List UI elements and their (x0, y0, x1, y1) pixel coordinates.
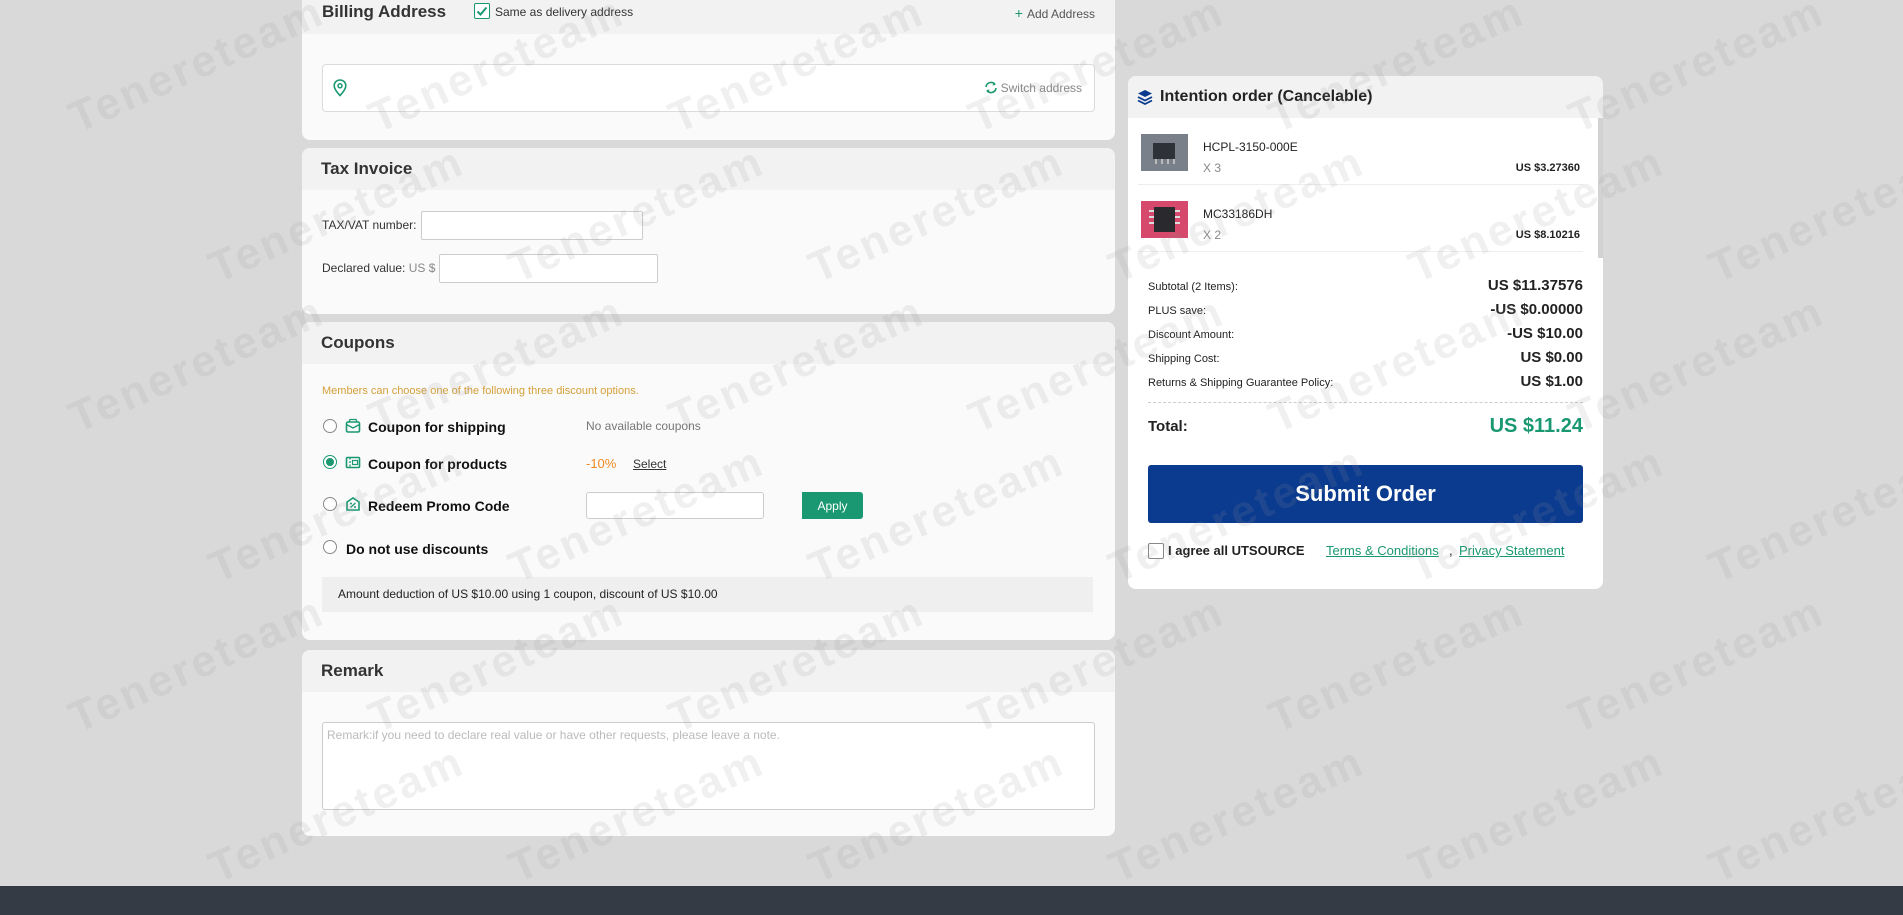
radio-coupon-products[interactable] (323, 455, 337, 469)
order-header: Intention order (Cancelable) (1128, 76, 1603, 118)
refresh-icon (984, 81, 997, 94)
select-coupon-link[interactable]: Select (633, 457, 666, 471)
product-coupon-icon (345, 456, 361, 469)
returns-policy-value: US $1.00 (1520, 373, 1583, 390)
discount-value: -US $10.00 (1507, 325, 1583, 342)
link-separator: , (1449, 543, 1453, 558)
declared-value-input[interactable] (439, 254, 658, 283)
switch-address-label: Switch address (1000, 81, 1082, 95)
watermark-text: Tenereteam (1401, 736, 1672, 893)
discount-row: Discount Amount: -US $10.00 (1148, 325, 1583, 345)
billing-header: Billing Address Same as delivery address… (302, 0, 1115, 34)
page-footer (0, 886, 1903, 915)
coupons-card: Coupons Members can choose one of the fo… (302, 322, 1115, 640)
shipping-label: Shipping Cost: (1148, 353, 1220, 365)
item-price: US $8.10216 (1515, 229, 1580, 241)
watermark-text: Tenereteam (1561, 586, 1832, 743)
item-quantity: X 2 (1203, 228, 1222, 242)
address-box[interactable]: Switch address (322, 64, 1095, 112)
radio-coupon-shipping[interactable] (323, 419, 337, 433)
agree-checkbox[interactable] (1148, 543, 1164, 559)
remark-card: Remark Remark:if you need to declare rea… (302, 650, 1115, 836)
coupons-title: Coupons (302, 322, 1115, 364)
remark-placeholder: Remark:if you need to declare real value… (327, 728, 780, 742)
shipping-row: Shipping Cost: US $0.00 (1148, 349, 1583, 369)
watermark-text: Tenereteam (1701, 736, 1903, 893)
same-as-delivery-label[interactable]: Same as delivery address (495, 5, 633, 19)
apply-button[interactable]: Apply (802, 492, 863, 519)
radio-no-discount[interactable] (323, 540, 337, 554)
location-pin-icon (333, 79, 347, 97)
currency-prefix: US $ (408, 261, 436, 275)
watermark-text: Tenereteam (1701, 136, 1903, 293)
total-value: US $11.24 (1489, 415, 1583, 437)
radio-promo-code[interactable] (323, 497, 337, 511)
terms-link[interactable]: Terms & Conditions (1326, 543, 1439, 558)
add-address-label: Add Address (1026, 7, 1095, 21)
plus-save-value: -US $0.00000 (1490, 301, 1583, 318)
tax-invoice-card: Tax Invoice TAX/VAT number: Declared val… (302, 148, 1115, 314)
order-item: MC33186DH X 2 US $8.10216 (1138, 185, 1583, 252)
order-item: HCPL-3150-000E X 3 US $3.27360 (1138, 118, 1583, 185)
watermark-text: Tenereteam (1701, 436, 1903, 593)
watermark-text: Tenereteam (1261, 586, 1532, 743)
shipping-coupon-icon (345, 418, 361, 433)
same-as-delivery-checkbox[interactable] (474, 3, 490, 19)
plus-save-row: PLUS save: -US $0.00000 (1148, 301, 1583, 321)
subtotal-row: Subtotal (2 Items): US $11.37576 (1148, 277, 1583, 297)
subtotal-value: US $11.37576 (1487, 277, 1583, 294)
redeem-promo-label[interactable]: Redeem Promo Code (368, 498, 510, 514)
promo-code-icon (346, 497, 360, 511)
submit-order-button[interactable]: Submit Order (1148, 465, 1583, 523)
switch-address-button[interactable]: Switch address (984, 81, 1082, 95)
check-icon (476, 6, 488, 16)
privacy-link[interactable]: Privacy Statement (1459, 543, 1565, 558)
billing-address-card: Billing Address Same as delivery address… (302, 0, 1115, 140)
order-title: Intention order (Cancelable) (1160, 88, 1373, 105)
product-discount-value: -10% (586, 456, 617, 471)
add-address-button[interactable]: + Add Address (1015, 5, 1095, 21)
total-label: Total: (1148, 418, 1188, 435)
item-name: HCPL-3150-000E (1203, 140, 1298, 154)
billing-title: Billing Address (322, 2, 447, 21)
product-thumbnail (1141, 201, 1188, 238)
agree-text: I agree all UTSOURCE (1168, 543, 1305, 558)
coupon-shipping-label[interactable]: Coupon for shipping (368, 419, 506, 435)
order-summary-card: Intention order (Cancelable) HCPL-3150-0… (1128, 76, 1603, 589)
subtotal-label: Subtotal (2 Items): (1148, 281, 1238, 293)
coupon-products-label[interactable]: Coupon for products (368, 456, 507, 472)
remark-textarea[interactable]: Remark:if you need to declare real value… (322, 722, 1095, 810)
items-scrollbar[interactable] (1598, 118, 1603, 258)
product-thumbnail (1141, 134, 1188, 171)
item-price: US $3.27360 (1515, 162, 1580, 174)
discount-label: Discount Amount: (1148, 329, 1235, 341)
item-quantity: X 3 (1203, 161, 1222, 175)
declared-value-label: Declared value: US $ (322, 261, 436, 275)
vat-number-input[interactable] (421, 211, 643, 240)
remark-title: Remark (302, 650, 1115, 692)
plus-icon: + (1014, 5, 1023, 21)
order-items-list[interactable]: HCPL-3150-000E X 3 US $3.27360 MC33186DH… (1138, 118, 1590, 258)
deduction-summary: Amount deduction of US $10.00 using 1 co… (322, 577, 1093, 612)
watermark-text: Tenereteam (1101, 736, 1372, 893)
returns-policy-label: Returns & Shipping Guarantee Policy: (1148, 377, 1334, 389)
watermark-text: Tenereteam (61, 286, 332, 443)
watermark-text: Tenereteam (61, 0, 332, 143)
item-name: MC33186DH (1203, 207, 1273, 221)
summary-divider (1148, 402, 1583, 403)
returns-policy-row: Returns & Shipping Guarantee Policy: US $… (1148, 373, 1583, 393)
watermark-text: Tenereteam (61, 586, 332, 743)
layers-icon (1137, 90, 1153, 105)
shipping-value: US $0.00 (1520, 349, 1583, 366)
no-discount-label[interactable]: Do not use discounts (346, 541, 488, 557)
tax-invoice-title: Tax Invoice (302, 148, 1115, 190)
vat-number-label: TAX/VAT number: (322, 218, 417, 232)
members-note: Members can choose one of the following … (322, 385, 639, 397)
promo-code-input[interactable] (586, 492, 764, 519)
no-available-coupons: No available coupons (586, 419, 701, 433)
plus-save-label: PLUS save: (1148, 305, 1207, 317)
